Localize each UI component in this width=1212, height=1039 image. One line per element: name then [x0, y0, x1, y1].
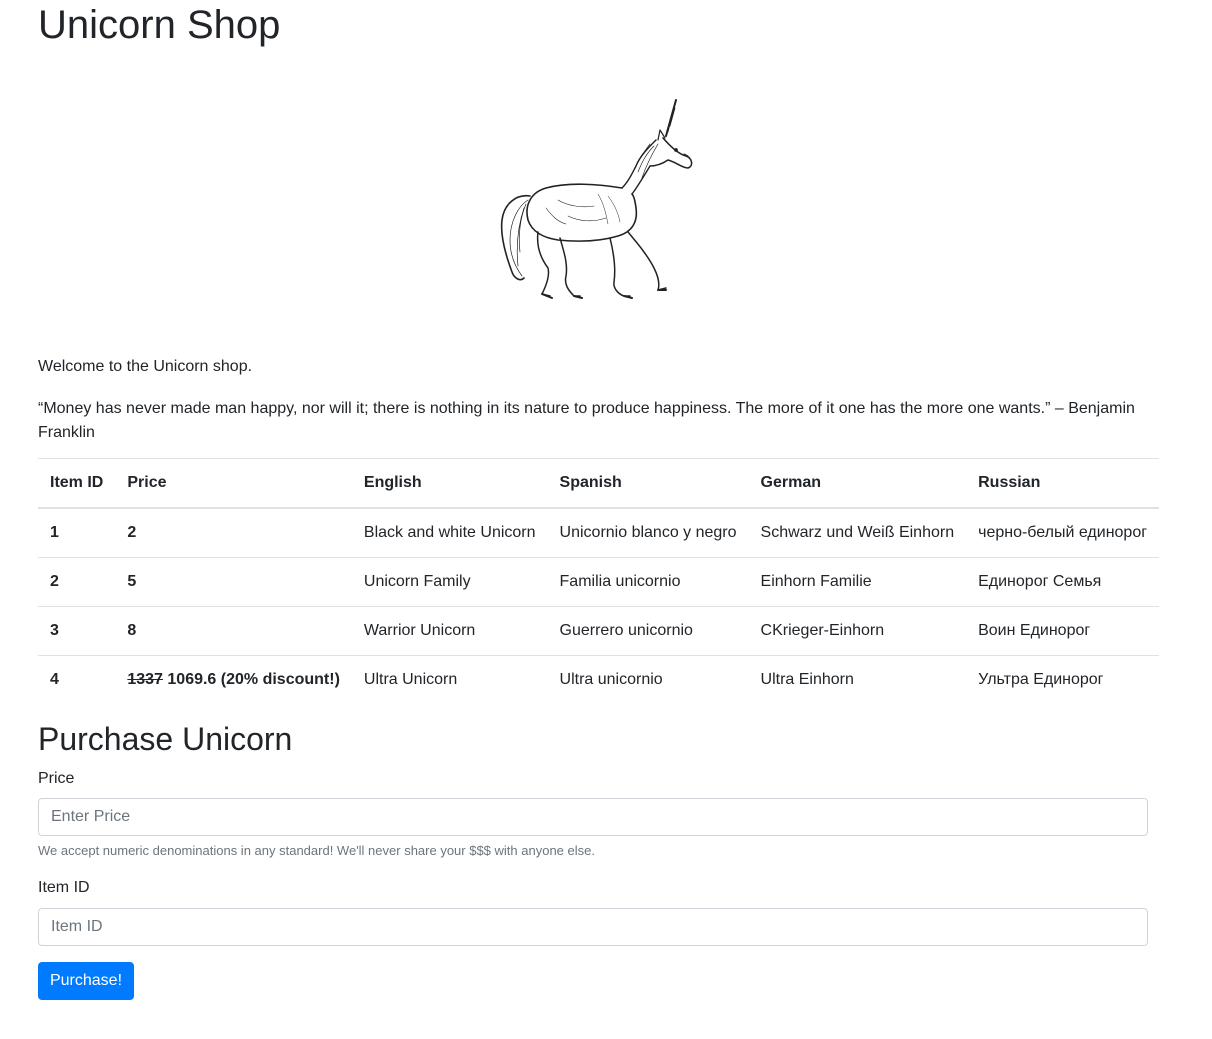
- cell-english: Warrior Unicorn: [351, 606, 548, 656]
- old-price: 1337: [127, 671, 163, 688]
- cell-price: 8: [115, 606, 352, 656]
- table-row: 1 2 Black and white Unicorn Unicornio bl…: [38, 508, 1160, 558]
- cell-item-id: 1: [38, 508, 116, 558]
- purchase-button[interactable]: Purchase!: [38, 962, 134, 1000]
- cell-russian: Единорог Семья: [966, 557, 1160, 607]
- cell-spanish: Familia unicornio: [547, 557, 749, 607]
- col-english: English: [351, 458, 548, 509]
- cell-item-id: 2: [38, 557, 116, 607]
- col-german: German: [748, 458, 967, 509]
- cell-price: 1337 1069.6 (20% discount!): [115, 656, 352, 705]
- cell-german: Einhorn Familie: [748, 557, 967, 607]
- col-russian: Russian: [966, 458, 1160, 509]
- col-spanish: Spanish: [547, 458, 749, 509]
- unicorn-table: Item ID Price English Spanish German Rus…: [38, 458, 1160, 705]
- table-header-row: Item ID Price English Spanish German Rus…: [38, 458, 1160, 509]
- cell-item-id: 4: [50, 671, 59, 688]
- purchase-heading: Purchase Unicorn: [38, 721, 293, 757]
- table-row: 4 1337 1069.6 (20% discount!) Ultra Unic…: [38, 656, 1159, 705]
- col-item-id: Item ID: [38, 458, 116, 509]
- cell-german: Schwarz und Weiß Einhorn: [748, 508, 967, 558]
- price-input[interactable]: [38, 798, 1148, 836]
- cell-russian: черно-белый единорог: [966, 508, 1160, 558]
- cell-english: Unicorn Family: [351, 557, 548, 607]
- cell-spanish: Guerrero unicornio: [547, 606, 749, 656]
- cell-price: 2: [115, 508, 352, 558]
- unicorn-image: [500, 99, 693, 299]
- cell-english: Black and white Unicorn: [351, 508, 548, 558]
- cell-english: Ultra Unicorn: [363, 671, 458, 688]
- item-id-input[interactable]: [38, 908, 1148, 946]
- discount-price: 1069.6 (20% discount!): [167, 671, 340, 688]
- item-id-label: Item ID: [38, 879, 90, 896]
- cell-russian: Ультра Единорог: [978, 671, 1104, 688]
- table-row: 3 8 Warrior Unicorn Guerrero unicornio C…: [38, 606, 1160, 656]
- cell-russian: Воин Единорог: [966, 606, 1160, 656]
- price-help-text: We accept numeric denominations in any s…: [38, 843, 595, 858]
- welcome-text: Welcome to the Unicorn shop.: [38, 358, 253, 375]
- quote-text: “Money has never made man happy, nor wil…: [38, 400, 1135, 441]
- price-label: Price: [38, 770, 75, 787]
- cell-item-id: 3: [38, 606, 116, 656]
- col-price: Price: [115, 458, 352, 509]
- cell-german: CKrieger-Einhorn: [748, 606, 967, 656]
- cell-price: 5: [115, 557, 352, 607]
- cell-spanish: Ultra unicornio: [559, 671, 663, 688]
- page-title: Unicorn Shop: [38, 3, 281, 47]
- cell-german: Ultra Einhorn: [760, 671, 854, 688]
- table-row: 2 5 Unicorn Family Familia unicornio Ein…: [38, 557, 1160, 607]
- cell-spanish: Unicornio blanco y negro: [547, 508, 749, 558]
